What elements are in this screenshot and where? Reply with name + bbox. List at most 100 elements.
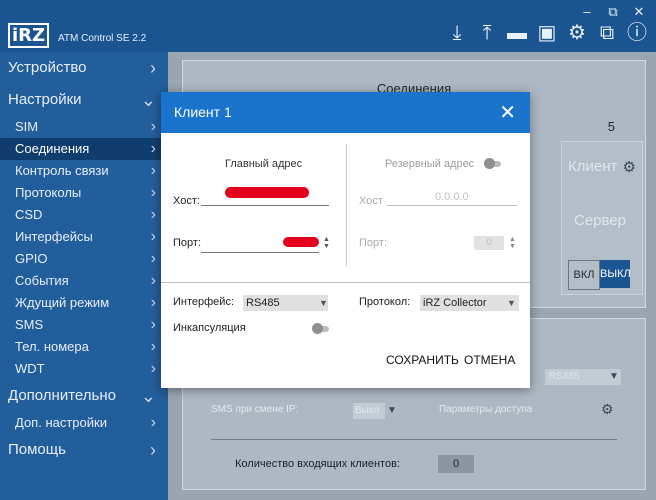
sidebar-item-sim[interactable]: SIM ›: [0, 116, 168, 138]
chevron-right-icon: ›: [150, 206, 156, 223]
chevron-right-icon: ›: [150, 338, 156, 355]
connection-card-5: Клиент ⚙ Сервер ВКЛ ВЫКЛ: [561, 141, 643, 295]
sidebar-section-additional[interactable]: Дополнительно ⌄: [0, 380, 168, 412]
backup-port-label: Порт:: [359, 237, 387, 249]
sms-on-ip-change-label: SMS при смене IP:: [211, 404, 299, 415]
chevron-right-icon: ›: [150, 360, 156, 377]
backup-address-title: Резервный адрес: [385, 158, 475, 170]
swap-icon[interactable]: ⧉: [596, 21, 618, 45]
port-label: Порт:: [173, 237, 201, 249]
minimize-button[interactable]: –: [576, 4, 598, 20]
close-window-button[interactable]: ✕: [628, 4, 650, 20]
chevron-right-icon: ›: [150, 250, 156, 267]
port-stepper[interactable]: ▲ ▼: [323, 236, 330, 250]
encapsulation-label: Инкапсуляция: [173, 322, 246, 334]
divider: [211, 439, 617, 440]
redacted-host: [225, 187, 309, 198]
sidebar-item-interfaces[interactable]: Интерфейсы ›: [0, 226, 168, 248]
protocol-select[interactable]: iRZ Collector: [420, 295, 519, 311]
chevron-right-icon: ›: [150, 228, 156, 245]
backup-port-stepper[interactable]: ▲ ▼: [509, 236, 516, 250]
on-button[interactable]: ВКЛ: [568, 260, 600, 290]
server-label: Сервер: [574, 212, 627, 229]
main-address-title: Главный адрес: [225, 158, 303, 170]
sidebar-item-standby[interactable]: Ждущий режим ›: [0, 292, 168, 314]
sidebar-item-phone-numbers[interactable]: Тел. номера ›: [0, 336, 168, 358]
caret-down-icon: ▼: [387, 405, 397, 416]
restore-button[interactable]: ⧉: [602, 4, 624, 20]
close-icon[interactable]: ✕: [499, 100, 516, 125]
sidebar-item-link-control[interactable]: Контроль связи ›: [0, 160, 168, 182]
column-number: 5: [607, 119, 615, 134]
incoming-clients-value[interactable]: 0: [438, 455, 474, 473]
on-off-switch: ВКЛ ВЫКЛ: [568, 260, 631, 290]
interface-select[interactable]: RS485: [243, 295, 328, 311]
dialog-title: Клиент 1: [174, 104, 232, 120]
host-label: Хост:: [173, 195, 200, 207]
chevron-right-icon: ›: [150, 440, 156, 460]
client-dialog: Клиент 1 ✕ Главный адрес Резервный адрес…: [161, 92, 530, 388]
sidebar-item-gpio[interactable]: GPIO ›: [0, 248, 168, 270]
gear-icon[interactable]: ⚙: [623, 158, 636, 176]
redacted-port: [283, 237, 319, 247]
backup-host-underline: [387, 205, 517, 206]
chevron-right-icon: ›: [150, 118, 156, 135]
toggle-knob: [484, 158, 495, 169]
chevron-down-icon: ⌄: [140, 386, 156, 406]
vertical-divider: [346, 144, 347, 266]
chevron-down-icon: ⌄: [140, 90, 156, 110]
chevron-right-icon: ›: [150, 184, 156, 201]
client-label: Клиент: [568, 158, 618, 175]
cancel-button[interactable]: ОТМЕНА: [464, 353, 515, 367]
title-bar: iRZ ATM Control SE 2.2 – ⧉ ✕ ⤓ ⤒ ▬ ▣ ⚙ ⧉…: [0, 0, 656, 52]
gear-icon[interactable]: ⚙: [601, 401, 614, 418]
chevron-right-icon: ›: [150, 272, 156, 289]
sms-on-ip-change-select[interactable]: Выкл: [353, 403, 385, 419]
backup-host-input[interactable]: 0.0.0.0: [435, 191, 469, 203]
encapsulation-toggle[interactable]: [312, 323, 329, 334]
chevron-right-icon: ›: [150, 162, 156, 179]
backup-port-input[interactable]: 0: [474, 236, 504, 250]
sidebar-item-protocols[interactable]: Протоколы ›: [0, 182, 168, 204]
save-button[interactable]: СОХРАНИТЬ: [386, 353, 459, 367]
incoming-clients-label: Количество входящих клиентов:: [235, 458, 400, 470]
caret-down-icon: ▼: [319, 298, 328, 308]
window-controls: – ⧉ ✕: [576, 4, 650, 20]
app-title: ATM Control SE 2.2: [58, 33, 147, 44]
irz-logo: iRZ: [8, 22, 50, 48]
dialog-header: Клиент 1 ✕: [161, 92, 530, 133]
chevron-right-icon: ›: [150, 316, 156, 333]
host-input[interactable]: [201, 205, 329, 206]
chevron-right-icon: ›: [150, 414, 156, 431]
sidebar-section-settings[interactable]: Настройки ⌄: [0, 84, 168, 116]
caret-down-icon: ▼: [507, 298, 516, 308]
horizontal-divider: [161, 282, 530, 283]
sidebar-item-events[interactable]: События ›: [0, 270, 168, 292]
access-params-label: Параметры доступа: [439, 404, 533, 415]
sidebar-item-csd[interactable]: CSD ›: [0, 204, 168, 226]
toggle-knob: [312, 323, 323, 334]
upload-icon[interactable]: ⤒: [476, 21, 498, 45]
sidebar-section-help[interactable]: Помощь ›: [0, 434, 168, 466]
off-button[interactable]: ВЫКЛ: [600, 260, 631, 288]
sidebar-item-connections[interactable]: Соединения ›: [0, 138, 168, 160]
backup-address-toggle[interactable]: [484, 158, 501, 169]
sidebar-section-device[interactable]: Устройство ›: [0, 52, 168, 84]
gear-icon[interactable]: ⚙: [566, 21, 588, 45]
sidebar: Устройство › Настройки ⌄ SIM › Соединения › …: [0, 52, 168, 500]
chevron-right-icon: ›: [150, 58, 156, 78]
caret-down-icon: ▼: [609, 371, 619, 382]
toolbar: ⤓ ⤒ ▬ ▣ ⚙ ⧉ ⓘ: [446, 21, 648, 45]
info-icon[interactable]: ⓘ: [626, 21, 648, 45]
download-icon[interactable]: ⤓: [446, 21, 468, 45]
port-input[interactable]: [201, 252, 319, 253]
save-icon[interactable]: ▣: [536, 21, 558, 45]
backup-host-label: Хост: [359, 195, 383, 207]
chevron-right-icon: ›: [150, 140, 156, 157]
folder-icon[interactable]: ▬: [506, 21, 528, 45]
interface-label: Интерфейс:: [173, 296, 234, 308]
sidebar-item-sms[interactable]: SMS ›: [0, 314, 168, 336]
sidebar-item-extra-settings[interactable]: Доп. настройки ›: [0, 412, 168, 434]
sidebar-item-wdt[interactable]: WDT ›: [0, 358, 168, 380]
chevron-right-icon: ›: [150, 294, 156, 311]
